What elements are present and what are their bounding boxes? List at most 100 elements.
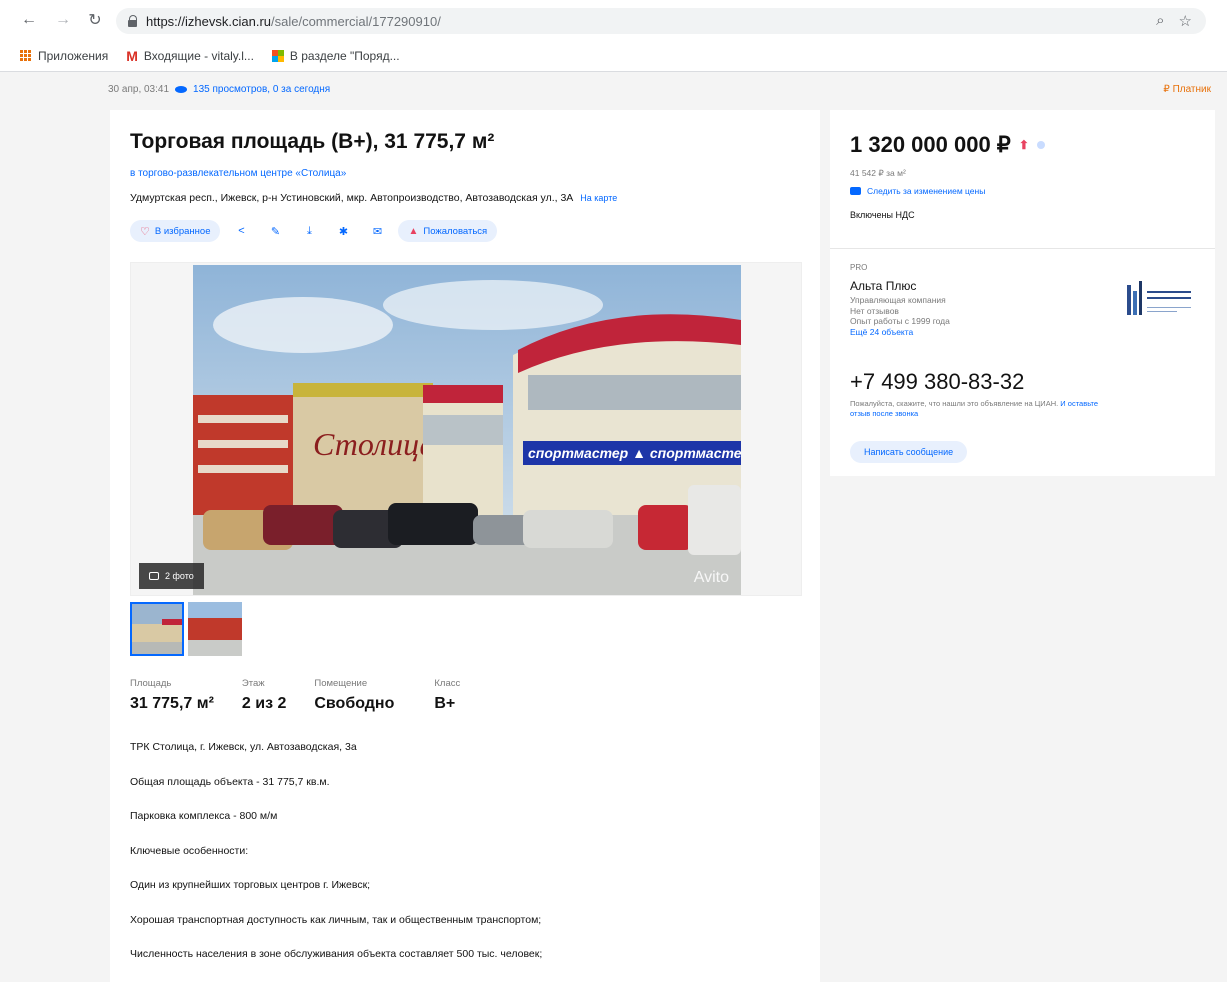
on-map-link[interactable]: На карте (580, 193, 617, 203)
thumbnail-image (132, 604, 182, 654)
spec-value: B+ (434, 695, 456, 712)
address-bar[interactable]: https://izhevsk.cian.ru/sale/commercial/… (116, 8, 1206, 34)
spec-value: 31 775,7 м² (130, 695, 214, 712)
info-icon[interactable] (1036, 141, 1045, 149)
edit-icon[interactable]: ✎ (262, 220, 288, 242)
agent-reviews: Нет отзывов (850, 305, 899, 316)
phone-number[interactable]: +7 499 380-83-32 (850, 369, 1024, 395)
photo-count-button[interactable]: 2 фото (139, 563, 204, 589)
url-host: https://izhevsk.cian.ru (146, 13, 271, 29)
zoom-icon[interactable]: ⌕ (1156, 12, 1164, 30)
description-paragraph: Численность населения в зоне обслуживани… (130, 948, 543, 960)
favorite-button[interactable]: ♡ В избранное (130, 220, 221, 242)
svg-text:спортмастер ▲ спортмастер: спортмастер ▲ спортмастер (528, 445, 741, 461)
price-up-arrow-icon[interactable]: ⬆ (1019, 138, 1029, 152)
action-bar: ♡ В избранное < ✎ ⤓ ✱ ✉ ▲ Пожаловаться (130, 220, 498, 242)
mail-icon (850, 187, 861, 195)
favorite-label: В избранное (154, 225, 211, 237)
lock-icon (128, 15, 138, 27)
photo-count-label: 2 фото (165, 571, 194, 581)
description-paragraph: Парковка комплекса - 800 м/м (130, 810, 278, 822)
watch-price-label: Следить за изменением цены (867, 186, 986, 196)
agent-type: Управляющая компания (850, 295, 946, 305)
agent-name[interactable]: Альта Плюс (850, 279, 916, 293)
spec-class: Класс B+ (434, 678, 460, 713)
spec-label: Этаж (241, 678, 265, 689)
agent-more-link[interactable]: Ещё 24 объекта (850, 327, 950, 338)
reload-icon[interactable]: ↻ (84, 9, 106, 31)
complain-button[interactable]: ▲ Пожаловаться (398, 220, 498, 242)
warning-icon: ▲ (408, 225, 419, 237)
description-paragraph: Ключевые особенности: (130, 844, 249, 857)
description-paragraph: Хорошая транспортная доступность как лич… (130, 913, 542, 926)
bookmark-gmail[interactable]: M Входящие - vitaly.l... (126, 48, 254, 64)
agent-card: PRO Альта Плюс Управляющая компания Нет … (830, 248, 1215, 476)
windows-logo-icon (271, 49, 284, 62)
watch-price-link[interactable]: Следить за изменением цены (850, 186, 985, 196)
agent-logo-image (1127, 281, 1191, 315)
bookmark-label: В разделе "Поряд... (289, 48, 400, 63)
apps-grid-icon (20, 49, 32, 62)
specs-row: Площадь 31 775,7 м² Этаж 2 из 2 Помещени… (130, 678, 488, 713)
phone-note-text: Пожалуйста, скажите, что нашли это объяв… (850, 399, 1059, 408)
page-content: 30 апр, 03:41 135 просмотров, 0 за сегод… (0, 72, 1227, 982)
price-card: 1 320 000 000 ₽ ⬆ 41 542 ₽ за м² Следить… (830, 110, 1215, 248)
agent-details: Управляющая компания Нет отзывов Опыт ра… (850, 295, 950, 337)
spec-premises: Помещение Свободно (314, 678, 394, 713)
camera-icon (149, 572, 159, 580)
write-message-button[interactable]: Написать сообщение (850, 441, 968, 463)
gmail-icon: M (126, 47, 138, 64)
heart-icon: ♡ (140, 225, 150, 238)
pro-badge: PRO (850, 263, 868, 272)
complain-label: Пожаловаться (423, 225, 488, 237)
eye-icon (175, 86, 188, 93)
views-link[interactable]: 135 просмотров, 0 за сегодня (193, 84, 330, 95)
description-paragraph: Общая площадь объекта - 31 775,7 кв.м. (130, 775, 330, 788)
spec-label: Класс (434, 678, 461, 689)
address: Удмуртская респ., Ижевск, р-н Устиновски… (130, 192, 617, 204)
bookmark-label: Приложения (38, 48, 109, 63)
url-text[interactable]: https://izhevsk.cian.ru/sale/commercial/… (146, 14, 441, 29)
thumbnail-image (188, 602, 242, 656)
main-photo[interactable]: Столица спортмастер ▲ спортмастер Avito (193, 265, 741, 595)
agent-experience: Опыт работы с 1999 года (850, 316, 950, 326)
browser-toolbar: ← → ↻ https://izhevsk.cian.ru/sale/comme… (0, 0, 1227, 40)
description-paragraph: ТРК Столица, г. Ижевск, ул. Автозаводска… (130, 741, 357, 753)
complex-link[interactable]: в торгово-развлекательном центре «Столиц… (130, 168, 346, 179)
page-title: Торговая площадь (B+), 31 775,7 м² (130, 130, 495, 153)
url-path: /sale/commercial/177290910/ (271, 13, 441, 29)
address-text: Удмуртская респ., Ижевск, р-н Устиновски… (130, 192, 574, 204)
spec-label: Площадь (130, 678, 172, 689)
description: ТРК Столица, г. Ижевск, ул. Автозаводска… (130, 740, 800, 982)
bookmark-section[interactable]: В разделе "Поряд... (271, 48, 400, 63)
svg-text:Столица: Столица (313, 426, 435, 462)
spec-area: Площадь 31 775,7 м² (130, 678, 214, 713)
bookmark-label: Входящие - vitaly.l... (143, 48, 254, 63)
phone-note: Пожалуйста, скажите, что нашли это объяв… (850, 399, 1110, 419)
comment-icon[interactable]: ✉ (364, 220, 390, 242)
ruble-icon: ₽ (1163, 84, 1173, 95)
spec-label: Помещение (314, 678, 368, 689)
star-icon[interactable]: ☆ (1179, 12, 1192, 30)
settings-icon[interactable]: ✱ (330, 220, 356, 242)
photo-gallery[interactable]: Столица спортмастер ▲ спортмастер Avito … (130, 262, 802, 596)
publish-date: 30 апр, 03:41 (108, 84, 170, 95)
bookmarks-bar: Приложения M Входящие - vitaly.l... В ра… (0, 40, 1227, 72)
agent-logo[interactable] (1121, 279, 1195, 319)
back-icon[interactable]: ← (18, 9, 40, 31)
price-value: 1 320 000 000 ₽ (850, 132, 1011, 157)
share-icon[interactable]: < (228, 220, 254, 242)
spec-value: Свободно (314, 695, 395, 712)
forward-icon[interactable]: → (52, 9, 74, 31)
price-per-m2: 41 542 ₽ за м² (850, 168, 906, 178)
download-icon[interactable]: ⤓ (296, 220, 322, 242)
mall-photo-illustration: Столица спортмастер ▲ спортмастер (193, 265, 741, 595)
bookmark-apps[interactable]: Приложения (20, 49, 108, 63)
thumbnail-strip (130, 602, 242, 656)
thumbnail[interactable] (188, 602, 242, 656)
top-right-label: Платник (1172, 84, 1211, 95)
avito-watermark: Avito (693, 569, 729, 586)
vat-note: Включены НДС (850, 210, 915, 220)
top-right-link[interactable]: ₽ Платник (1163, 84, 1211, 95)
thumbnail[interactable] (130, 602, 184, 656)
